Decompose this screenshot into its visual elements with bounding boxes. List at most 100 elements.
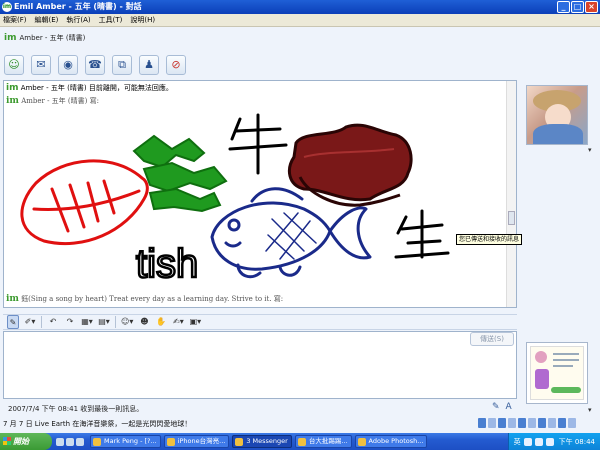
marquee-ad[interactable]: 7 月 7 日 Live Earth 在海洋音樂祭，一起是光閃閃愛地球！ [3, 418, 468, 430]
undo-icon[interactable]: ↶ [47, 315, 59, 329]
app-icon [93, 438, 101, 446]
call-icon[interactable]: ☎ [85, 55, 105, 75]
chat-scrollbar[interactable] [506, 81, 516, 307]
task-label: 3 Messenger [246, 437, 288, 445]
tray-icon[interactable] [545, 437, 554, 446]
status-icon[interactable] [538, 418, 546, 428]
quick-launch-icon[interactable] [76, 437, 84, 446]
tish-handwriting: tish [136, 242, 198, 286]
im-logo-icon: im [6, 294, 19, 304]
fish-character-drawing [394, 209, 450, 259]
app-icon [235, 438, 244, 446]
quick-launch-icon[interactable] [66, 437, 74, 446]
pen-icon[interactable]: ✎ [7, 315, 19, 329]
message-input[interactable] [3, 331, 517, 399]
leaves-drawing [132, 134, 228, 213]
chevron-down-icon[interactable]: ▾ [588, 146, 592, 154]
status-message: im Amber - 五年 (晴書) 目前離開，可能無法回應。 [6, 83, 173, 93]
send-button[interactable]: 傳送(S) [470, 332, 514, 346]
my-avatar[interactable] [526, 342, 588, 404]
ink-drawing: tish [20, 113, 450, 287]
status-icon[interactable] [478, 418, 486, 428]
nudge-icon[interactable]: ✋ [155, 315, 167, 329]
conversation-history[interactable]: tish im Amber - 五年 (晴書) 目前離開，可能無法回應。 im … [3, 80, 517, 308]
menu-actions[interactable]: 執行(A) [66, 14, 90, 26]
taskbar-button[interactable]: Mark Peng - [?... [90, 435, 161, 448]
task-label: Adobe Photosh... [368, 437, 424, 445]
start-button[interactable]: 開始 [0, 433, 52, 450]
app-icon [357, 438, 366, 446]
format-toolbar: ✎ ✐▾ ↶ ↷ ▦▾ ▤▾ ☺▾ ☻ ✋ ✍▾ ▣▾ [3, 314, 517, 330]
status-contact-name: Amber - 五年 (晴書) [20, 84, 87, 92]
webcam-icon[interactable]: ◉ [58, 55, 78, 75]
status-icon[interactable] [558, 418, 566, 428]
title-bar: im Emil Amber - 五年 (晴書) - 對話 _ □ × [0, 0, 600, 14]
voice-clip-icon[interactable]: ✍▾ [172, 315, 184, 329]
scrollbar-thumb[interactable] [508, 211, 515, 225]
tooltip: 您已傳送和接收的訊息 [456, 234, 523, 245]
status-icon[interactable] [528, 418, 536, 428]
color-icon[interactable]: ▦▾ [81, 315, 93, 329]
im-logo-icon: im [6, 96, 19, 106]
app-icon [166, 438, 175, 446]
contact-name[interactable]: Amber - 五年 (晴書) [19, 31, 85, 45]
tray-icon[interactable] [534, 437, 543, 446]
maximize-button[interactable]: □ [571, 1, 584, 13]
status-text: 目前離開，可能無法回應。 [88, 84, 173, 92]
menu-tools[interactable]: 工具(T) [99, 14, 123, 26]
tray-icon[interactable] [523, 437, 532, 446]
says-line: im Amber - 五年 (晴書) 寫: [6, 96, 99, 106]
minimize-button[interactable]: _ [557, 1, 570, 13]
system-tray: 英 下午 08:44 [507, 433, 600, 450]
send-file-icon[interactable]: ✉ [31, 55, 51, 75]
taskbar-button[interactable]: 3 Messenger [232, 435, 292, 448]
im-logo-icon: im [4, 33, 17, 43]
eraser-icon[interactable]: ✐▾ [24, 315, 36, 329]
cow-character-drawing [228, 113, 288, 175]
chevron-down-icon[interactable]: ▾ [588, 406, 592, 414]
games-icon[interactable]: ♟ [139, 55, 159, 75]
status-icon[interactable] [548, 418, 556, 428]
taskbar-button[interactable]: iPhone台灣亮... [163, 435, 230, 448]
invite-icon[interactable]: ☺ [4, 55, 24, 75]
status-icon[interactable] [508, 418, 516, 428]
wink-icon[interactable]: ☻ [138, 315, 150, 329]
messenger-icon: im [2, 2, 12, 12]
meat-drawing [287, 123, 413, 207]
quick-launch-icon[interactable] [56, 437, 64, 446]
fish-drawing [210, 187, 372, 279]
action-toolbar: ☺ ✉ ◉ ☎ ⧉ ♟ ⊘ [4, 52, 186, 78]
background-icon[interactable]: ▤▾ [98, 315, 110, 329]
status-icon[interactable] [568, 418, 576, 428]
status-icon[interactable] [518, 418, 526, 428]
taskbar: 開始 Mark Peng - [?... iPhone台灣亮... 3 Mess… [0, 433, 600, 450]
clock[interactable]: 下午 08:44 [559, 437, 595, 447]
close-button[interactable]: × [585, 1, 598, 13]
menu-bar: 檔案(F) 編輯(E) 執行(A) 工具(T) 說明(H) [0, 14, 600, 27]
block-icon[interactable]: ⊘ [166, 55, 186, 75]
start-label: 開始 [13, 437, 29, 446]
status-icon[interactable] [488, 418, 496, 428]
activities-icon[interactable]: ⧉ [112, 55, 132, 75]
says-line-self: im 鈺(Sing a song by heart) Treat every d… [6, 294, 283, 304]
status-icon[interactable] [498, 418, 506, 428]
emoticon-icon[interactable]: ☺▾ [121, 315, 133, 329]
task-label: 台大批踢踢... [308, 437, 348, 445]
menu-file[interactable]: 檔案(F) [3, 14, 27, 26]
app-icon [297, 438, 306, 446]
contact-avatar[interactable] [526, 85, 588, 145]
menu-help[interactable]: 說明(H) [130, 14, 155, 26]
contact-header: im Amber - 五年 (晴書) [4, 31, 85, 45]
display-picture-panel: ▾ ▾ [522, 80, 598, 414]
redo-icon[interactable]: ↷ [64, 315, 76, 329]
handwriting-mode-icon[interactable]: ✎ [492, 402, 500, 412]
taskbar-button[interactable]: 台大批踢踢... [294, 435, 352, 448]
status-icons [478, 418, 576, 428]
taskbar-button[interactable]: Adobe Photosh... [354, 435, 428, 448]
text-mode-icon[interactable]: A [506, 402, 512, 412]
last-message-info: 2007/7/4 下午 08:41 收到最後一則訊息。 [8, 405, 144, 413]
wallpaper-icon[interactable]: ▣▾ [189, 315, 202, 329]
language-indicator[interactable]: 英 [514, 437, 521, 447]
carrot-drawing [20, 159, 149, 246]
menu-edit[interactable]: 編輯(E) [35, 14, 59, 26]
